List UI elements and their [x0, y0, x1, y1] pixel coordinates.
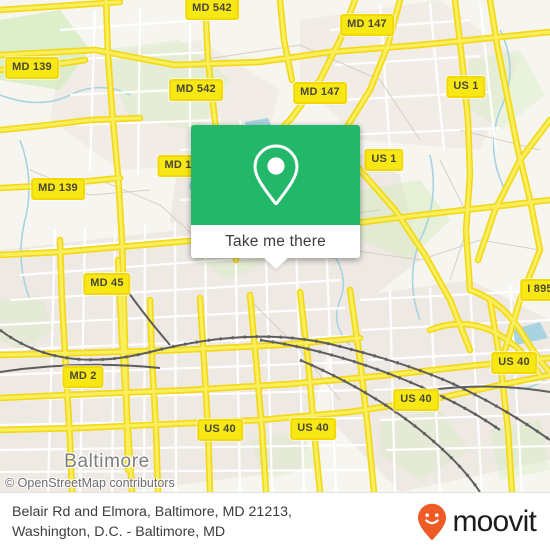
screenshot-root: MD 542 MD 147 MD 139 MD 542 MD 147 US 1 … [0, 0, 550, 550]
road-shield[interactable]: MD 542 [169, 79, 223, 101]
road-shield[interactable]: MD 147 [293, 82, 347, 104]
location-title-line-2: Washington, D.C. - Baltimore, MD [12, 523, 226, 540]
map-pin-icon [252, 144, 299, 206]
location-title: Belair Rd and Elmora, Baltimore, MD 2121… [12, 502, 292, 542]
road-shield[interactable]: US 1 [446, 76, 486, 98]
road-shield[interactable]: US 40 [290, 418, 336, 440]
moovit-wordmark: moovit [452, 504, 536, 538]
road-shield[interactable]: MD 2 [62, 366, 104, 388]
road-shield[interactable]: I 895 [520, 279, 550, 301]
callout-pointer [262, 257, 289, 269]
road-shield[interactable]: MD 139 [31, 178, 85, 200]
callout-body: Take me there [191, 125, 360, 258]
road-shield[interactable]: MD 542 [185, 0, 239, 20]
road-shield[interactable]: US 40 [491, 352, 537, 374]
map-viewport[interactable]: MD 542 MD 147 MD 139 MD 542 MD 147 US 1 … [0, 0, 550, 492]
footer-bar: Belair Rd and Elmora, Baltimore, MD 2121… [0, 492, 550, 550]
moovit-logo[interactable]: moovit [417, 503, 537, 541]
moovit-smiley-pin-icon [418, 503, 447, 540]
road-shield[interactable]: US 1 [364, 149, 404, 171]
place-label-baltimore: Baltimore [64, 451, 150, 472]
road-shield[interactable]: MD 147 [340, 14, 394, 36]
location-title-line-1: Belair Rd and Elmora, Baltimore, MD 2121… [12, 503, 292, 520]
callout-footer[interactable]: Take me there [191, 225, 360, 258]
road-shield[interactable]: MD 45 [83, 273, 131, 295]
road-shield[interactable]: US 40 [393, 389, 439, 411]
road-shield[interactable]: MD 139 [5, 57, 59, 79]
take-me-there-label: Take me there [225, 232, 326, 250]
road-shield[interactable]: US 40 [197, 419, 243, 441]
destination-callout-card[interactable]: Take me there [191, 125, 360, 269]
callout-header [191, 125, 360, 225]
osm-attribution: © OpenStreetMap contributors [5, 476, 175, 490]
